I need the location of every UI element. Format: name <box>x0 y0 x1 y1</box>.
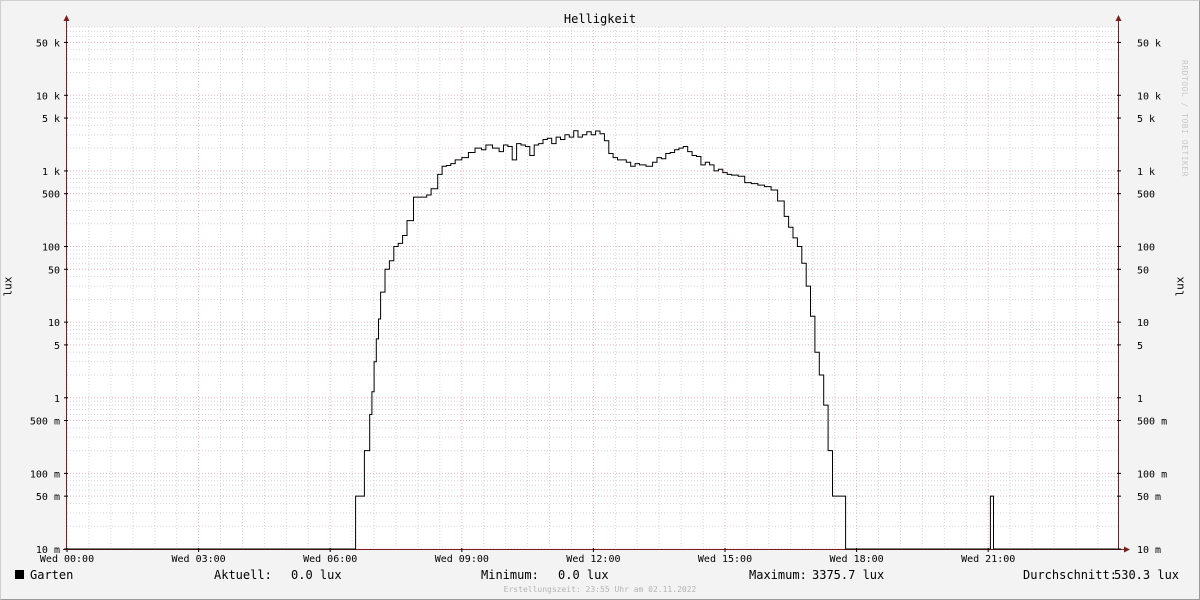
legend-minimum-value: 0.0 lux <box>558 568 609 582</box>
y-tick-label-left: 50 m <box>36 492 60 503</box>
x-tick-label: Wed 09:00 <box>435 554 489 565</box>
y-tick-labels-right: 50 k 10 k 5 k 1 k 500 100 50 10 5 1 500 m 100 m 50 m… <box>1137 38 1167 556</box>
y-axis-left-arrow <box>63 15 70 21</box>
y-axis-right-arrow <box>1115 15 1122 21</box>
y-tick-label-left: 50 k <box>36 38 60 49</box>
y-tick-label-left: 500 m <box>30 417 60 428</box>
x-tick-label: Wed 03:00 <box>172 554 226 565</box>
x-tick-label: Wed 12:00 <box>566 554 620 565</box>
y-tick-label-right: 50 m <box>1137 492 1161 503</box>
y-tick-label-left: 10 <box>48 318 60 329</box>
y-tick-label-left: 100 m <box>30 469 60 480</box>
y-tick-label-right: 5 k <box>1137 114 1155 125</box>
creation-timestamp: Erstellungszeit: 23:55 Uhr am 02.11.2022 <box>503 585 697 594</box>
legend-aktuell-label: Aktuell: <box>214 568 272 582</box>
legend-maximum-value: 3375.7 lux <box>812 568 885 582</box>
y-tick-label-right: 5 <box>1137 341 1143 352</box>
y-tick-label-right: 50 k <box>1137 38 1161 49</box>
x-tick-label: Wed 15:00 <box>698 554 752 565</box>
y-axis-label-left: lux <box>1 276 15 297</box>
y-tick-label-right: 1 k <box>1137 167 1155 178</box>
y-tick-label-right: 10 k <box>1137 91 1161 102</box>
y-tick-label-left: 50 <box>48 265 60 276</box>
y-tick-label-left: 500 <box>42 190 60 201</box>
legend-durchschnitt-label: Durchschnitt: <box>1023 568 1117 582</box>
y-tick-label-left: 5 <box>54 341 60 352</box>
x-axis-arrow <box>1124 546 1130 553</box>
x-tick-label: Wed 00:00 <box>40 554 94 565</box>
y-tick-label-right: 100 <box>1137 243 1155 254</box>
y-tick-label-left: 10 k <box>36 91 60 102</box>
x-tick-label: Wed 06:00 <box>303 554 357 565</box>
chart-title: Helligkeit <box>564 12 636 26</box>
y-tick-label-right: 1 <box>1137 394 1143 405</box>
legend-minimum-label: Minimum: <box>481 568 539 582</box>
y-tick-label-right: 50 <box>1137 265 1149 276</box>
y-tick-label-left: 100 <box>42 243 60 254</box>
y-tick-labels-left: 50 k 10 k 5 k 1 k 500 100 50 10 5 1 500 m 100 m 50 m… <box>30 38 60 556</box>
y-tick-label-right: 500 <box>1137 190 1155 201</box>
y-tick-label-right: 100 m <box>1137 469 1167 480</box>
legend-maximum-label: Maximum: <box>749 568 807 582</box>
y-tick-label-right: 10 m <box>1137 545 1161 556</box>
legend-durchschnitt-value: 530.3 lux <box>1114 568 1180 582</box>
y-tick-label-left: 1 k <box>42 167 60 178</box>
brightness-chart: 50 k 10 k 5 k 1 k 500 100 50 10 5 1 500 m 100 m 50 m… <box>30 12 1167 565</box>
plot-canvas <box>67 27 1118 549</box>
x-tick-label: Wed 21:00 <box>961 554 1015 565</box>
x-tick-label: Wed 18:00 <box>830 554 884 565</box>
legend-aktuell-value: 0.0 lux <box>291 568 342 582</box>
legend-series-name: Garten <box>30 568 74 582</box>
y-tick-label-right: 10 <box>1137 318 1149 329</box>
y-tick-label-left: 5 k <box>42 114 60 125</box>
y-tick-label-left: 1 <box>54 394 60 405</box>
legend-swatch-garten <box>15 570 24 579</box>
x-tick-labels: Wed 00:00 Wed 03:00 Wed 06:00 Wed 09:00 Wed … <box>40 554 1015 565</box>
y-axis-label-right: lux <box>1173 276 1187 297</box>
rrdtool-watermark: RRDTOOL / TOBI OETIKER <box>1180 60 1189 177</box>
y-tick-label-right: 500 m <box>1137 417 1167 428</box>
